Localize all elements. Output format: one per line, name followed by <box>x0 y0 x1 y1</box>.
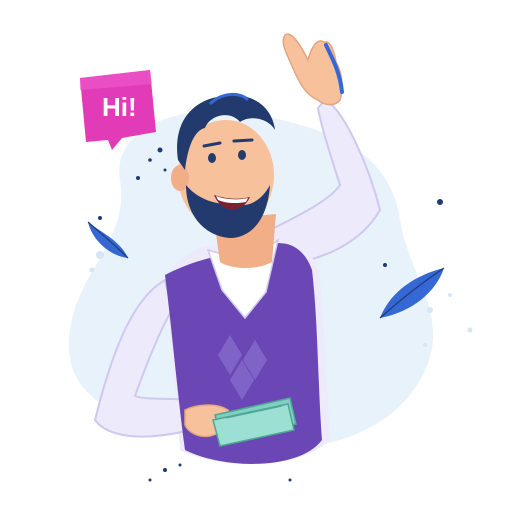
raised-hand <box>282 33 343 106</box>
illustration: Hi! <box>68 33 473 482</box>
speech-bubble-text: Hi! <box>102 92 137 122</box>
